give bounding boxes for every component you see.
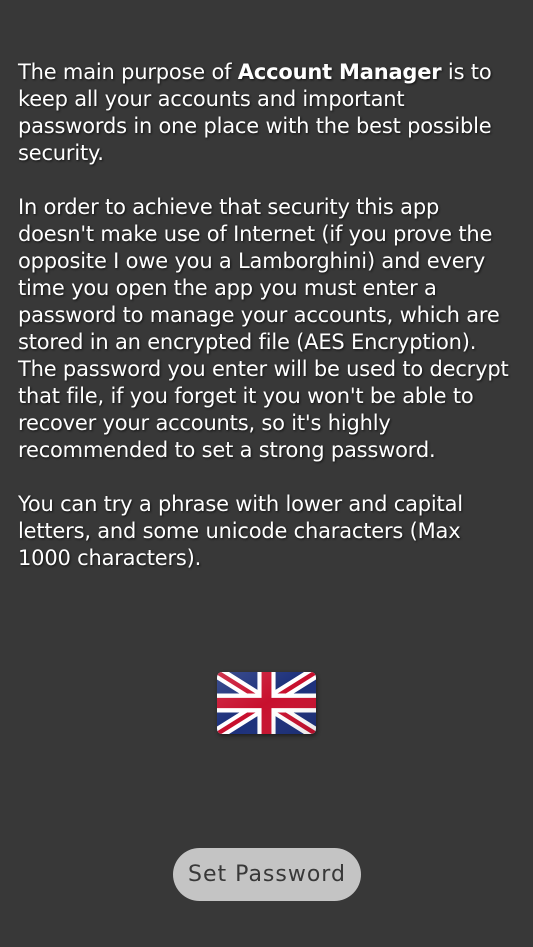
set-password-button[interactable]: Set Password	[173, 848, 361, 901]
intro-paragraph-password-tips: You can try a phrase with lower and capi…	[18, 492, 463, 570]
intro-paragraph-purpose: The main purpose of Account Manager is t…	[18, 59, 518, 167]
intro-text: The main purpose of Account Manager is t…	[18, 59, 518, 599]
language-flag-button[interactable]	[217, 672, 316, 734]
uk-flag-icon	[217, 672, 316, 734]
intro-purpose-before: The main purpose of	[18, 60, 238, 84]
app-name: Account Manager	[237, 60, 442, 84]
intro-paragraph-security: In order to achieve that security this a…	[18, 195, 509, 462]
